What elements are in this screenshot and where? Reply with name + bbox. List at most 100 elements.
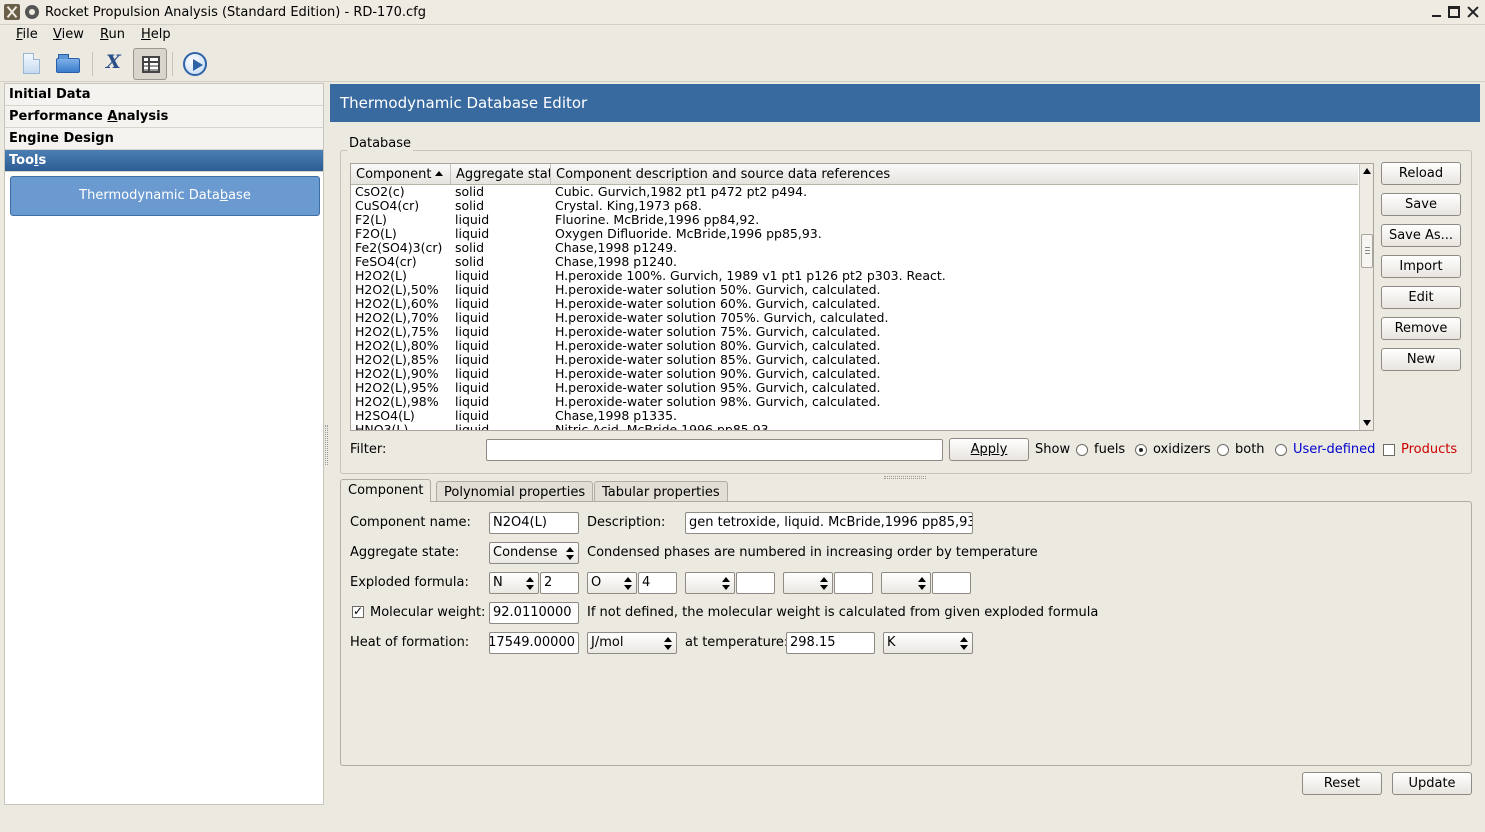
formula-count-input-3[interactable] bbox=[736, 572, 775, 594]
heat-of-formation-unit-select[interactable]: J/mol bbox=[587, 632, 677, 654]
sidebar-splitter[interactable] bbox=[325, 425, 328, 465]
pin-icon[interactable] bbox=[25, 5, 39, 19]
sidebar-item-performance-analysis[interactable]: Performance Analysis bbox=[5, 106, 323, 128]
table-row[interactable]: FeSO4(cr) solid Chase,1998 p1240. bbox=[351, 255, 1358, 269]
aggregate-state-select[interactable]: Condense bbox=[489, 542, 579, 564]
heat-of-formation-input[interactable]: 17549.00000 bbox=[489, 632, 579, 654]
table-row[interactable]: H2O2(L),85% liquid H.peroxide-water soluti… bbox=[351, 353, 1358, 367]
edit-button[interactable]: Edit bbox=[1381, 286, 1461, 309]
products-checkbox[interactable] bbox=[1383, 444, 1395, 456]
table-row[interactable]: H2O2(L),98% liquid H.peroxide-water soluti… bbox=[351, 395, 1358, 409]
radio-fuels-label[interactable]: fuels bbox=[1094, 442, 1125, 457]
update-button[interactable]: Update bbox=[1392, 772, 1472, 795]
minimize-icon[interactable] bbox=[1430, 5, 1444, 19]
radio-oxidizers[interactable] bbox=[1135, 444, 1147, 456]
menu-file[interactable]: File bbox=[16, 27, 38, 42]
spin-arrows-icon bbox=[664, 636, 672, 650]
formula-element-select-5[interactable] bbox=[881, 572, 931, 594]
description-input[interactable]: gen tetroxide, liquid. McBride,1996 pp85… bbox=[685, 512, 973, 534]
table-row[interactable]: HNO3(L) liquid Nitric Acid. McBride,1996 p… bbox=[351, 423, 1358, 431]
tab-component[interactable]: Component bbox=[340, 479, 432, 502]
formula-count-input-4[interactable] bbox=[834, 572, 873, 594]
formula-element-select-4[interactable] bbox=[783, 572, 833, 594]
open-folder-icon bbox=[56, 54, 80, 73]
table-row[interactable]: Fe2(SO4)3(cr) solid Chase,1998 p1249. bbox=[351, 241, 1358, 255]
close-icon[interactable] bbox=[1466, 5, 1480, 19]
save-as-button[interactable]: Save As... bbox=[1381, 224, 1461, 247]
menu-view[interactable]: View bbox=[53, 27, 84, 42]
table-row[interactable]: CsO2(c) solid Cubic. Gurvich,1982 pt1 p472… bbox=[351, 185, 1358, 199]
temperature-input[interactable]: 298.15 bbox=[786, 632, 875, 654]
table-body: CsO2(c) solid Cubic. Gurvich,1982 pt1 p472… bbox=[351, 185, 1358, 431]
app-logo-icon[interactable] bbox=[4, 4, 20, 20]
table-row[interactable]: H2O2(L),95% liquid H.peroxide-water soluti… bbox=[351, 381, 1358, 395]
maximize-icon[interactable] bbox=[1448, 6, 1460, 18]
scroll-up-icon[interactable] bbox=[1363, 168, 1371, 174]
spin-arrows-icon bbox=[820, 576, 828, 590]
column-header-component[interactable]: Component bbox=[351, 164, 451, 184]
apply-button[interactable]: Apply bbox=[949, 438, 1029, 461]
table-row[interactable]: H2SO4(L) liquid Chase,1998 p1335. bbox=[351, 409, 1358, 423]
table-row[interactable]: H2O2(L) liquid H.peroxide 100%. Gurvich, 1… bbox=[351, 269, 1358, 283]
formula-count-input-5[interactable] bbox=[932, 572, 971, 594]
formula-element-select-2[interactable]: O bbox=[587, 572, 637, 594]
molecular-weight-checkbox[interactable] bbox=[352, 604, 364, 618]
radio-user-defined-label[interactable]: User-defined bbox=[1293, 442, 1375, 457]
table-row[interactable]: H2O2(L),60% liquid H.peroxide-water soluti… bbox=[351, 297, 1358, 311]
new-file-button[interactable] bbox=[14, 48, 48, 80]
radio-user-defined[interactable] bbox=[1275, 444, 1287, 456]
cell-component: FeSO4(cr) bbox=[355, 255, 417, 269]
temperature-unit-select[interactable]: K bbox=[883, 632, 973, 654]
table-row[interactable]: F2(L) liquid Fluorine. McBride,1996 pp84,9… bbox=[351, 213, 1358, 227]
radio-both[interactable] bbox=[1217, 444, 1229, 456]
table-row[interactable]: H2O2(L),70% liquid H.peroxide-water soluti… bbox=[351, 311, 1358, 325]
cell-description: Nitric Acid. McBride,1996 pp85,93. bbox=[555, 423, 773, 431]
molecular-weight-label[interactable]: Molecular weight: bbox=[370, 605, 485, 620]
sidebar-item-initial-data[interactable]: Initial Data bbox=[5, 84, 323, 106]
database-table[interactable]: Component Aggregate state Component desc… bbox=[350, 163, 1374, 431]
scroll-down-icon[interactable] bbox=[1363, 420, 1371, 426]
tab-polynomial-properties[interactable]: Polynomial properties bbox=[436, 481, 594, 502]
import-button[interactable]: Import bbox=[1381, 255, 1461, 278]
run-button[interactable] bbox=[178, 48, 212, 80]
cell-aggregate-state: liquid bbox=[455, 353, 490, 367]
table-row[interactable]: F2O(L) liquid Oxygen Difluoride. McBride,1… bbox=[351, 227, 1358, 241]
component-name-input[interactable]: N2O4(L) bbox=[489, 512, 579, 534]
formula-count-input-1[interactable]: 2 bbox=[540, 572, 579, 594]
column-header-description[interactable]: Component description and source data re… bbox=[551, 164, 1358, 184]
column-header-aggregate-state[interactable]: Aggregate state bbox=[451, 164, 551, 184]
table-row[interactable]: CuSO4(cr) solid Crystal. King,1973 p68. bbox=[351, 199, 1358, 213]
radio-oxidizers-label[interactable]: oxidizers bbox=[1153, 442, 1211, 457]
table-scrollbar[interactable] bbox=[1359, 164, 1373, 430]
radio-fuels[interactable] bbox=[1076, 444, 1088, 456]
menu-help[interactable]: Help bbox=[141, 27, 171, 42]
filter-input[interactable] bbox=[486, 439, 943, 461]
table-row[interactable]: H2O2(L),50% liquid H.peroxide-water soluti… bbox=[351, 283, 1358, 297]
sidebar-item-tools[interactable]: Tools bbox=[5, 150, 323, 172]
table-row[interactable]: H2O2(L),80% liquid H.peroxide-water soluti… bbox=[351, 339, 1358, 353]
formula-element-select-1[interactable]: N bbox=[489, 572, 539, 594]
open-file-button[interactable] bbox=[51, 48, 85, 80]
database-view-button[interactable] bbox=[133, 48, 167, 80]
thermodynamic-database-tool[interactable]: Thermodynamic Database bbox=[10, 176, 320, 216]
remove-button[interactable]: Remove bbox=[1381, 317, 1461, 340]
products-label[interactable]: Products bbox=[1401, 442, 1457, 457]
scroll-thumb[interactable] bbox=[1361, 234, 1373, 268]
reset-button[interactable]: Reset bbox=[1302, 772, 1382, 795]
save-button[interactable]: Save bbox=[1381, 193, 1461, 216]
formula-editor-button[interactable]: X bbox=[96, 48, 130, 80]
new-button[interactable]: New bbox=[1381, 348, 1461, 371]
formula-element-select-3[interactable] bbox=[685, 572, 735, 594]
sidebar-item-engine-design[interactable]: Engine Design bbox=[5, 128, 323, 150]
menu-run[interactable]: Run bbox=[100, 27, 125, 42]
tab-tabular-properties[interactable]: Tabular properties bbox=[594, 481, 728, 502]
panel-splitter[interactable] bbox=[884, 476, 926, 479]
radio-both-label[interactable]: both bbox=[1235, 442, 1265, 457]
title-bar: Rocket Propulsion Analysis (Standard Edi… bbox=[0, 0, 1485, 25]
formula-count-input-2[interactable]: 4 bbox=[638, 572, 677, 594]
table-row[interactable]: H2O2(L),90% liquid H.peroxide-water soluti… bbox=[351, 367, 1358, 381]
spin-arrows-icon bbox=[918, 576, 926, 590]
reload-button[interactable]: Reload bbox=[1381, 162, 1461, 185]
molecular-weight-input[interactable]: 92.0110000 bbox=[489, 602, 579, 624]
table-row[interactable]: H2O2(L),75% liquid H.peroxide-water soluti… bbox=[351, 325, 1358, 339]
